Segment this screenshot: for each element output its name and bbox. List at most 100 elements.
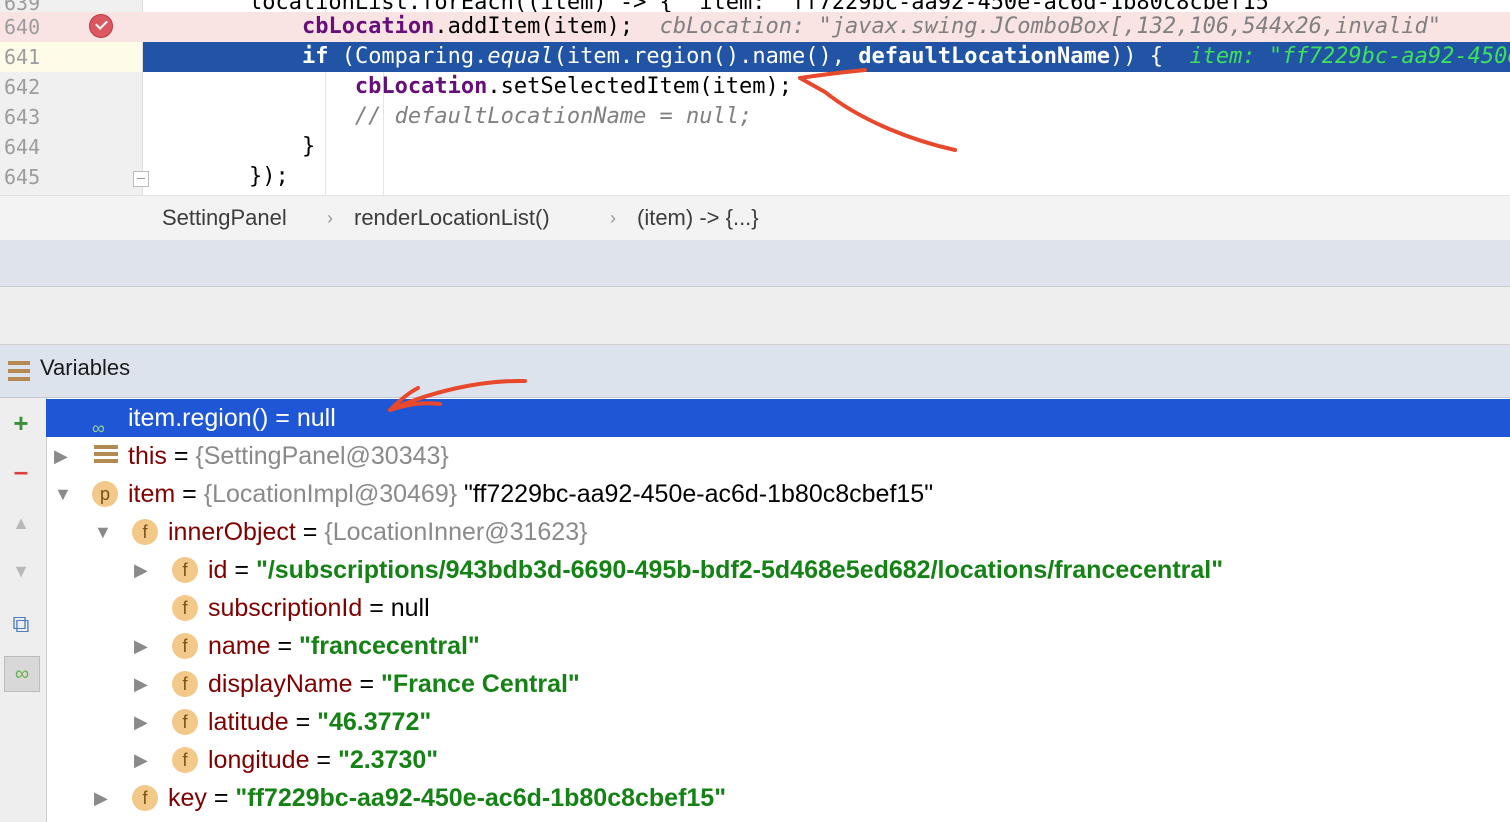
line-number: 643 (4, 105, 41, 129)
field-badge-icon: f (172, 633, 198, 659)
add-watch-icon[interactable]: + (4, 406, 38, 440)
line-number: 641 (4, 45, 41, 69)
breadcrumb-item-renderlocationlist[interactable]: renderLocationList() (354, 196, 550, 240)
variable-text: id = "/subscriptions/943bdb3d-6690-495b-… (208, 551, 1223, 589)
variable-row-latitude[interactable]: ▶ f latitude = "46.3772" (46, 703, 1510, 741)
field-badge-icon: f (172, 747, 198, 773)
line-number: 644 (4, 135, 41, 159)
copy-icon[interactable]: ⧉ (4, 608, 38, 642)
field-badge-icon: f (172, 671, 198, 697)
code-text: // defaultLocationName = null; (143, 102, 1510, 132)
variable-name: latitude (208, 708, 289, 736)
variable-object-ref: {LocationImpl@30469} (203, 480, 458, 508)
variable-equals: = (175, 480, 204, 508)
variable-name: id (208, 556, 228, 584)
code-comment: // defaultLocationName = null; (354, 104, 753, 129)
remove-watch-icon[interactable]: – (4, 454, 38, 488)
collapse-arrow-icon[interactable]: ▼ (94, 513, 114, 551)
code-line-643[interactable]: 643 // defaultLocationName = null; (0, 102, 1510, 132)
breakpoint-check-icon[interactable] (89, 14, 113, 38)
expand-arrow-icon[interactable]: ▶ (134, 703, 154, 741)
variable-row-longitude[interactable]: ▶ f longitude = "2.3730" (46, 741, 1510, 779)
parameter-badge-icon: p (92, 481, 118, 507)
expand-arrow-icon[interactable]: ▶ (94, 779, 114, 817)
variable-name: this (128, 442, 167, 470)
breadcrumb-separator: › (610, 208, 616, 228)
code-token-cblocation: cbLocation (301, 14, 435, 39)
variable-name: item (128, 480, 176, 508)
variable-row-this[interactable]: ▶ this = {SettingPanel@30343} (46, 437, 1510, 475)
code-line-642[interactable]: 642 cbLocation.setSelectedItem(item); (0, 72, 1510, 102)
expand-arrow-icon[interactable]: ▶ (54, 437, 74, 475)
variable-name: key (168, 784, 207, 812)
variable-equals: = (352, 670, 382, 698)
variable-row-item[interactable]: ▼ p item = {LocationImpl@30469} "ff7229b… (46, 475, 1510, 513)
fold-icon[interactable] (133, 171, 149, 187)
code-line-640[interactable]: 640 cbLocation.addItem(item); cbLocation… (0, 12, 1510, 42)
field-badge-icon: f (132, 785, 158, 811)
variable-name: longitude (208, 746, 310, 774)
inline-debug-hint: item: "ff7229bc-aa92-450e-ac6d-1b80c8cbe… (1189, 44, 1510, 69)
variable-row-id[interactable]: ▶ f id = "/subscriptions/943bdb3d-6690-4… (46, 551, 1510, 589)
breadcrumb-item-settingpanel[interactable]: SettingPanel (162, 196, 287, 240)
variable-equals: = (268, 404, 297, 432)
variable-text: displayName = "France Central" (208, 665, 580, 703)
variable-text: this = {SettingPanel@30343} (128, 437, 449, 475)
code-token-cblocation: cbLocation (354, 74, 488, 99)
variable-text: latitude = "46.3772" (208, 703, 431, 741)
variable-name: subscriptionId (208, 594, 363, 622)
expand-arrow-icon[interactable]: ▶ (134, 741, 154, 779)
variable-value: "francecentral" (299, 632, 480, 660)
variable-equals: = (270, 632, 300, 660)
debugger-tab-strip (0, 240, 1510, 287)
debugger-toolbar-area (0, 287, 1510, 345)
code-editor[interactable]: 639 locationList.forEach((item) -> { ite… (0, 0, 1510, 195)
variable-text: subscriptionId = null (208, 589, 430, 627)
expand-arrow-icon[interactable]: ▶ (134, 627, 154, 665)
watch-row-item-region[interactable]: ∞ item.region() = null (46, 399, 1510, 438)
variables-panel-header: Variables (0, 345, 1510, 398)
move-up-icon[interactable]: ▲ (4, 506, 38, 540)
variable-value: null (296, 404, 336, 432)
code-line-641-current[interactable]: 641 if (Comparing.equal(item.region().na… (0, 42, 1510, 72)
code-line-644[interactable]: 644 } (0, 132, 1510, 162)
variables-panel-icon (8, 361, 30, 381)
variable-row-name[interactable]: ▶ f name = "francecentral" (46, 627, 1510, 665)
code-token: }); (248, 164, 289, 189)
code-text: cbLocation.setSelectedItem(item); (143, 72, 1510, 102)
variables-side-toolbar: + – ▲ ▼ ⧉ ∞ (0, 398, 47, 822)
field-badge-icon: f (172, 595, 198, 621)
watches-icon[interactable]: ∞ (4, 656, 40, 692)
field-badge-icon: f (172, 709, 198, 735)
breadcrumb-item-lambda[interactable]: (item) -> {...} (637, 196, 759, 240)
line-number: 642 (4, 75, 41, 99)
variable-value: "ff7229bc-aa92-450e-ac6d-1b80c8cbef15" (457, 480, 934, 508)
code-token: .addItem(item); (434, 14, 634, 39)
variable-equals: = (309, 746, 338, 774)
code-line-645[interactable]: 645 }); (0, 162, 1510, 192)
variable-equals: = (288, 708, 318, 736)
variable-row-key[interactable]: ▶ f key = "ff7229bc-aa92-450e-ac6d-1b80c… (46, 779, 1510, 817)
move-down-icon[interactable]: ▼ (4, 554, 38, 588)
variable-text: name = "francecentral" (208, 627, 480, 665)
variable-equals: = (227, 556, 256, 584)
line-number: 645 (4, 165, 41, 189)
variable-name: innerObject (168, 518, 296, 546)
variable-row-subscriptionid[interactable]: f subscriptionId = null (46, 589, 1510, 627)
code-token: .setSelectedItem(item); (487, 74, 793, 99)
variable-row-displayname[interactable]: ▶ f displayName = "France Central" (46, 665, 1510, 703)
variable-equals: = (295, 518, 325, 546)
breadcrumb-separator: › (327, 208, 333, 228)
variable-value: "/subscriptions/943bdb3d-6690-495b-bdf2-… (255, 556, 1224, 584)
code-token: )) { (1109, 44, 1163, 69)
collapse-arrow-icon[interactable]: ▼ (54, 475, 74, 513)
expand-arrow-icon[interactable]: ▶ (134, 551, 154, 589)
expand-arrow-icon[interactable]: ▶ (134, 665, 154, 703)
breadcrumb: SettingPanel › renderLocationList() › (i… (0, 195, 1510, 241)
code-token: } (301, 134, 316, 159)
variable-row-innerobject[interactable]: ▼ f innerObject = {LocationInner@31623} (46, 513, 1510, 551)
field-badge-icon: f (132, 519, 158, 545)
variable-equals: = (362, 594, 391, 622)
variable-value: "2.3730" (337, 746, 439, 774)
variables-tree[interactable]: ∞ item.region() = null ▶ this = {Setting… (46, 398, 1510, 822)
